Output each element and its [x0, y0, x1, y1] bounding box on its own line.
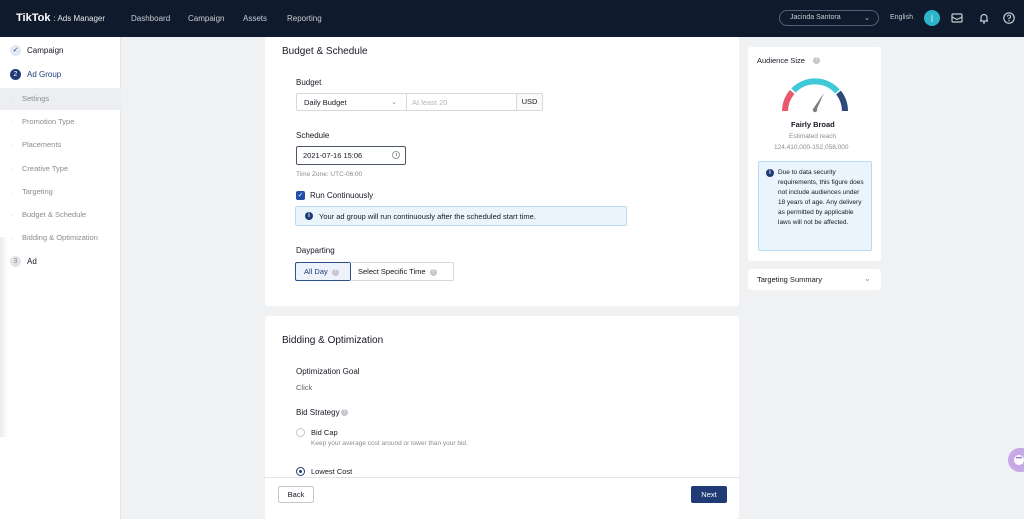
run-continuously-checkbox[interactable]: ✓: [296, 191, 305, 200]
targeting-summary-label: Targeting Summary: [757, 275, 823, 284]
info-icon: i: [766, 169, 774, 177]
tiktok-ads-logo[interactable]: TikTok : Ads Manager: [16, 12, 105, 24]
schedule-label: Schedule: [296, 131, 330, 140]
sidebar-shadow: [0, 237, 8, 437]
nav-reporting[interactable]: Reporting: [287, 14, 322, 23]
brand-suffix: : Ads Manager: [53, 14, 106, 23]
sidebar-item-promotion-type[interactable]: Promotion Type: [0, 111, 121, 133]
all-day-label: All Day: [304, 267, 328, 276]
schedule-start-input[interactable]: 2021-07-16 15:06: [296, 146, 406, 165]
question-icon: ?: [341, 409, 348, 416]
back-button[interactable]: Back: [278, 486, 314, 503]
step-number: 3: [10, 256, 21, 267]
account-selector[interactable]: Jacinda Santora ⌄: [779, 10, 879, 26]
section-title: Bidding & Optimization: [282, 335, 384, 346]
audience-status: Fairly Broad: [791, 120, 835, 129]
chat-fab-button[interactable]: •••: [1008, 448, 1024, 472]
sidebar-item-placements[interactable]: Placements: [0, 134, 121, 156]
question-icon: ?: [331, 268, 339, 276]
targeting-summary-panel[interactable]: Targeting Summary ⌄: [748, 269, 881, 290]
step-ad-group[interactable]: 2 Ad Group: [10, 69, 61, 80]
chevron-down-icon: ⌄: [864, 15, 870, 22]
audience-gauge: [782, 78, 848, 113]
dayparting-all-day-option[interactable]: All Day?: [295, 262, 351, 281]
schedule-start-value: 2021-07-16 15:06: [303, 151, 363, 160]
help-icon[interactable]: [1002, 11, 1016, 25]
bid-cap-label: Bid Cap: [311, 428, 338, 437]
bid-cap-radio[interactable]: [296, 428, 305, 437]
currency-label: USD: [516, 93, 543, 111]
check-icon: ✓: [10, 45, 21, 56]
timezone-text: Time Zone: UTC-06:00: [296, 171, 363, 178]
schedule-info-banner: i Your ad group will run continuously af…: [295, 206, 627, 226]
language-selector[interactable]: English: [890, 14, 913, 21]
dayparting-specific-time-option[interactable]: Select Specific Time?: [350, 262, 454, 281]
info-icon: i: [305, 212, 313, 220]
budget-label: Budget: [296, 78, 322, 87]
step-ad[interactable]: 3 Ad: [10, 256, 37, 267]
question-icon: ?: [813, 57, 820, 64]
budget-amount-input[interactable]: [406, 93, 517, 111]
sidebar-item-settings[interactable]: Settings: [0, 88, 121, 110]
data-security-text: Due to data security requirements, this …: [778, 169, 864, 226]
audience-size-title: Audience Size: [757, 56, 805, 65]
optimization-goal-value: Click: [296, 383, 313, 392]
bid-strategy-label: Bid Strategy: [296, 408, 340, 417]
question-icon: ?: [429, 268, 437, 276]
chat-icon: •••: [1014, 455, 1024, 465]
lowest-cost-label: Lowest Cost: [311, 467, 353, 476]
clock-icon: [392, 151, 400, 159]
schedule-info-text: Your ad group will run continuously afte…: [319, 212, 536, 221]
sidebar-item-bidding-optimization[interactable]: Bidding & Optimization: [0, 227, 121, 249]
chevron-down-icon: ⌄: [864, 274, 871, 283]
brand-name: TikTok: [16, 12, 51, 24]
step-ad-label: Ad: [27, 257, 37, 266]
bell-icon[interactable]: [977, 11, 991, 25]
budget-type-select[interactable]: Daily Budget ⌄: [296, 93, 406, 111]
step-ad-group-label: Ad Group: [27, 70, 62, 79]
sidebar-item-budget-schedule[interactable]: Budget & Schedule: [0, 204, 121, 226]
nav-dashboard[interactable]: Dashboard: [131, 14, 170, 23]
mail-icon[interactable]: [950, 11, 964, 25]
estimated-reach-label: Estimated reach: [789, 133, 836, 140]
avatar[interactable]: j: [924, 10, 940, 26]
top-navigation: TikTok : Ads Manager Dashboard Campaign …: [0, 0, 1024, 37]
dayparting-label: Dayparting: [296, 246, 335, 255]
account-name: Jacinda Santora: [790, 14, 841, 21]
sidebar-item-targeting[interactable]: Targeting: [0, 181, 121, 203]
estimated-reach-value: 124,410,000-152,058,000: [774, 144, 849, 151]
section-title: Budget & Schedule: [282, 46, 368, 57]
data-security-note: i Due to data security requirements, thi…: [758, 161, 872, 251]
run-continuously-label: Run Continuously: [310, 191, 374, 200]
budget-type-value: Daily Budget: [304, 98, 347, 107]
optimization-goal-label: Optimization Goal: [296, 367, 360, 376]
lowest-cost-radio[interactable]: [296, 467, 305, 476]
sidebar-item-creative-type[interactable]: Creative Type: [0, 158, 121, 180]
chevron-down-icon: ⌄: [391, 99, 397, 106]
specific-time-label: Select Specific Time: [358, 267, 426, 276]
step-number: 2: [10, 69, 21, 80]
step-campaign-label: Campaign: [27, 46, 64, 55]
nav-assets[interactable]: Assets: [243, 14, 267, 23]
bid-cap-description: Keep your average cost around or lower t…: [311, 440, 468, 447]
form-footer: [265, 477, 739, 511]
next-button[interactable]: Next: [691, 486, 727, 503]
nav-campaign[interactable]: Campaign: [188, 14, 224, 23]
step-campaign[interactable]: ✓ Campaign: [10, 45, 63, 56]
